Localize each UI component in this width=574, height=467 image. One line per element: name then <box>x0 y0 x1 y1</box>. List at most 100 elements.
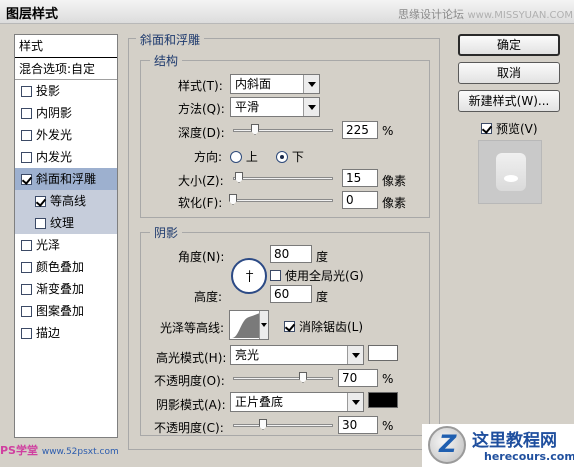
shadow-mode-select[interactable]: 正片叠底 <box>230 392 364 412</box>
shadow-opacity-unit: % <box>382 419 394 433</box>
style-item-label: 纹理 <box>50 215 75 230</box>
global-light-option[interactable]: 使用全局光(G) <box>270 267 364 284</box>
style-item-checkbox[interactable] <box>21 173 32 185</box>
technique-value: 平滑 <box>235 100 260 114</box>
watermark-br-site: herecours.com <box>484 450 574 463</box>
style-item-checkbox[interactable] <box>21 151 32 163</box>
chevron-down-icon <box>347 393 363 411</box>
style-item-checkbox[interactable] <box>21 107 32 119</box>
style-item[interactable]: 渐变叠加 <box>15 278 117 300</box>
style-item-label: 颜色叠加 <box>36 259 85 274</box>
size-input[interactable]: 15 <box>342 169 378 187</box>
style-item-label: 渐变叠加 <box>36 281 85 296</box>
style-item-checkbox[interactable] <box>21 283 32 295</box>
style-item-label: 图案叠加 <box>36 303 85 318</box>
size-label: 大小(Z): <box>178 174 224 188</box>
highlight-color-swatch[interactable] <box>368 345 398 361</box>
style-item-checkbox[interactable] <box>35 217 46 229</box>
soften-slider[interactable] <box>229 194 333 205</box>
cancel-button[interactable]: 取消 <box>458 62 560 84</box>
style-item-checkbox[interactable] <box>21 327 32 339</box>
antialias-option[interactable]: 消除锯齿(L) <box>284 318 363 335</box>
style-item[interactable]: 光泽 <box>15 234 117 256</box>
slider-thumb[interactable] <box>299 372 307 383</box>
global-light-checkbox[interactable] <box>270 270 281 281</box>
style-item-label: 内发光 <box>36 149 73 164</box>
chevron-down-icon <box>303 75 319 93</box>
style-item-checkbox[interactable] <box>21 239 32 251</box>
shadow-mode-value: 正片叠底 <box>235 395 284 409</box>
chevron-down-icon <box>303 98 319 116</box>
slider-track <box>233 177 333 180</box>
title-bar: 图层样式 思缘设计论坛 www.MISSYUAN.COM <box>0 0 574 24</box>
slider-thumb[interactable] <box>235 172 243 183</box>
style-item[interactable]: 等高线 <box>15 190 117 212</box>
slider-thumb[interactable] <box>259 419 267 430</box>
direction-down-label: 下 <box>291 150 304 164</box>
shadow-color-swatch[interactable] <box>368 392 398 408</box>
altitude-label: 高度: <box>194 290 223 304</box>
watermark-top-site: www.MISSYUAN.COM <box>467 10 573 21</box>
style-item-checkbox[interactable] <box>21 85 32 97</box>
depth-label: 深度(D): <box>178 126 225 140</box>
style-item[interactable]: 内阴影 <box>15 102 117 124</box>
style-item[interactable]: 纹理 <box>15 212 117 234</box>
preview-shape <box>496 153 526 191</box>
style-item-checkbox[interactable] <box>21 129 32 141</box>
direction-down-option[interactable]: 下 <box>276 148 304 165</box>
depth-unit: % <box>382 124 394 138</box>
ok-button[interactable]: 确定 <box>458 34 560 56</box>
style-item-checkbox[interactable] <box>21 305 32 317</box>
style-item-checkbox[interactable] <box>35 195 46 207</box>
direction-up-radio[interactable] <box>230 151 242 163</box>
dialog-body: 样式 混合选项:自定 投影 内阴影 外发光 内发光 斜面和浮雕 等高线 纹理 光泽 颜色叠加 渐变… <box>4 26 570 463</box>
antialias-checkbox[interactable] <box>284 321 295 332</box>
style-item[interactable]: 内发光 <box>15 146 117 168</box>
preview-option[interactable]: 预览(V) <box>481 120 538 137</box>
style-item-checkbox[interactable] <box>21 261 32 273</box>
direction-down-radio[interactable] <box>276 151 288 163</box>
depth-slider[interactable] <box>233 124 333 135</box>
new-style-button[interactable]: 新建样式(W)... <box>458 90 560 112</box>
shadow-opacity-input[interactable]: 30 <box>338 416 378 434</box>
style-item-label: 描边 <box>36 325 61 340</box>
highlight-opacity-unit: % <box>382 372 394 386</box>
technique-label: 方法(Q): <box>178 102 225 116</box>
bevel-section-title: 斜面和浮雕 <box>136 31 205 48</box>
bevel-style-select[interactable]: 内斜面 <box>230 74 320 94</box>
style-item[interactable]: 投影 <box>15 80 117 102</box>
style-item-label: 等高线 <box>50 193 87 208</box>
technique-select[interactable]: 平滑 <box>230 97 320 117</box>
style-list-header[interactable]: 样式 <box>15 35 117 58</box>
direction-up-option[interactable]: 上 <box>230 148 258 165</box>
angle-dial[interactable]: + <box>231 258 267 294</box>
preview-checkbox[interactable] <box>481 123 492 134</box>
gloss-contour-label: 光泽等高线: <box>160 321 225 335</box>
altitude-input[interactable]: 60 <box>270 285 312 303</box>
highlight-mode-select[interactable]: 亮光 <box>230 345 364 365</box>
global-light-label: 使用全局光(G) <box>285 269 364 283</box>
contour-curve-icon <box>232 313 260 338</box>
highlight-mode-value: 亮光 <box>235 348 260 362</box>
style-item[interactable]: 斜面和浮雕 <box>15 168 117 190</box>
chevron-down-icon <box>259 311 268 339</box>
soften-input[interactable]: 0 <box>342 191 378 209</box>
shadow-opacity-slider[interactable] <box>233 419 333 430</box>
watermark-br-title: 这里教程网 <box>472 431 557 451</box>
gloss-contour-picker[interactable] <box>229 310 269 340</box>
style-list: 样式 混合选项:自定 投影 内阴影 外发光内发光斜面和浮雕等高线纹理光泽颜色叠加渐变… <box>14 34 118 438</box>
highlight-opacity-input[interactable]: 70 <box>338 369 378 387</box>
size-slider[interactable] <box>233 172 333 183</box>
slider-thumb[interactable] <box>251 124 259 135</box>
style-item[interactable]: 图案叠加 <box>15 300 117 322</box>
preview-label: 预览(V) <box>496 122 538 136</box>
angle-input[interactable]: 80 <box>270 245 312 263</box>
depth-input[interactable]: 225 <box>342 121 378 139</box>
style-item[interactable]: 颜色叠加 <box>15 256 117 278</box>
style-item-label: 光泽 <box>36 237 61 252</box>
style-item-label: 斜面和浮雕 <box>36 171 97 186</box>
style-item[interactable]: 描边 <box>15 322 117 344</box>
highlight-opacity-slider[interactable] <box>233 372 333 383</box>
style-item[interactable]: 外发光 <box>15 124 117 146</box>
blend-options-item[interactable]: 混合选项:自定 <box>15 58 117 80</box>
